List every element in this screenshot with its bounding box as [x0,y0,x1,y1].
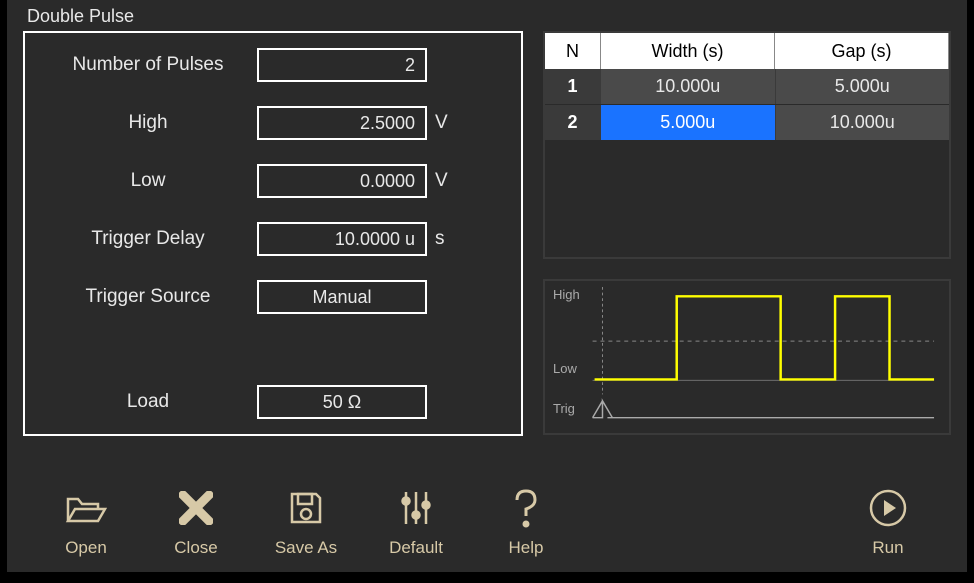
load-field[interactable]: 50 Ω [257,385,427,419]
close-icon [179,488,213,528]
toolbar: Open Close Save As [31,488,943,558]
trigger-source-field[interactable]: Manual [257,280,427,314]
play-circle-icon [868,488,908,528]
waveform-preview: High Low Trig [543,279,951,435]
num-pulses-label: Number of Pulses [39,54,257,76]
high-field[interactable]: 2.5000 [257,106,427,140]
low-label: Low [39,170,257,192]
help-button[interactable]: Help [471,488,581,558]
col-header-gap: Gap (s) [775,33,949,69]
low-unit: V [427,170,457,192]
folder-open-icon [65,488,107,528]
open-button[interactable]: Open [31,488,141,558]
save-icon [288,488,324,528]
sliders-icon [400,488,432,528]
wave-trig-label: Trig [553,401,575,416]
help-icon [512,488,540,528]
width-cell[interactable]: 5.000u [601,105,776,140]
help-label: Help [509,538,544,558]
save-as-label: Save As [275,538,337,558]
gap-cell[interactable]: 10.000u [776,105,950,140]
table-row: 2 5.000u 10.000u [545,105,949,141]
row-index: 2 [545,105,601,140]
run-button[interactable]: Run [833,488,943,558]
run-label: Run [872,538,903,558]
default-button[interactable]: Default [361,488,471,558]
load-label: Load [39,391,257,413]
high-label: High [39,112,257,134]
num-pulses-field[interactable]: 2 [257,48,427,82]
high-unit: V [427,112,457,134]
table-row: 1 10.000u 5.000u [545,69,949,105]
trigger-delay-label: Trigger Delay [39,228,257,250]
wave-low-label: Low [553,361,577,376]
trigger-source-label: Trigger Source [39,286,257,308]
save-as-button[interactable]: Save As [251,488,361,558]
timing-table: N Width (s) Gap (s) 1 10.000u 5.000u 2 5… [543,31,951,259]
trigger-delay-field[interactable]: 10.0000 u [257,222,427,256]
waveform-svg [553,287,939,427]
width-cell[interactable]: 10.000u [601,69,776,104]
close-label: Close [174,538,217,558]
gap-cell[interactable]: 5.000u [776,69,950,104]
close-button[interactable]: Close [141,488,251,558]
row-index: 1 [545,69,601,104]
settings-panel: Number of Pulses 2 High 2.5000 V Low 0.0… [23,31,523,436]
default-label: Default [389,538,443,558]
table-header: N Width (s) Gap (s) [545,33,949,69]
page-title: Double Pulse [23,6,951,27]
low-field[interactable]: 0.0000 [257,164,427,198]
trigger-delay-unit: s [427,228,457,250]
col-header-n: N [545,33,601,69]
open-label: Open [65,538,107,558]
wave-high-label: High [553,287,580,302]
col-header-width: Width (s) [601,33,775,69]
